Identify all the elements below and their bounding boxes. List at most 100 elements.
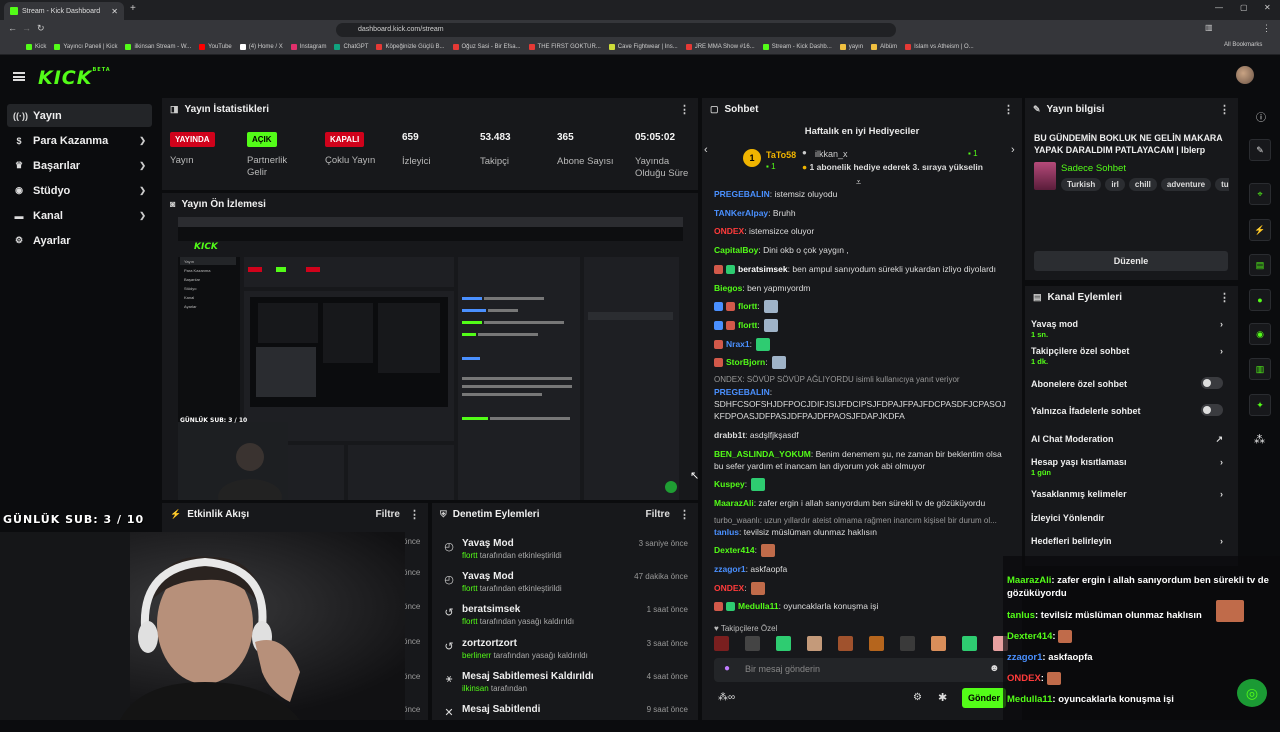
gifter1-name[interactable]: TaTo58: [766, 150, 796, 160]
emote-icon[interactable]: [714, 636, 729, 651]
chat-message[interactable]: PREGEBALIN: SDHFCSOFSHJDFPOCJDIFJSIJFDCIP…: [714, 386, 1010, 422]
prev-arrow-icon[interactable]: ‹: [704, 144, 708, 156]
bookmark-item[interactable]: Instagram: [290, 43, 326, 50]
list-rail-icon[interactable]: ▤: [1249, 254, 1271, 276]
minimize-icon[interactable]: —: [1215, 3, 1223, 12]
emote-icon[interactable]: [962, 636, 977, 651]
chat-message[interactable]: BEN_ASLINDA_YOKUM: Benim denemem şu, ne …: [714, 448, 1010, 472]
bookmark-item[interactable]: ChatGPT: [334, 43, 368, 50]
maximize-icon[interactable]: ▢: [1240, 3, 1248, 12]
ai-moderation-row[interactable]: AI Chat Moderation ↗: [1031, 434, 1231, 444]
more-icon[interactable]: ⋮: [1219, 103, 1230, 116]
sidebar-item-6[interactable]: ⚙ Ayarlar: [7, 229, 152, 252]
bookmark-item[interactable]: JRE MMA Show #16...: [685, 43, 755, 50]
next-arrow-icon[interactable]: ›: [1011, 144, 1015, 156]
more-icon[interactable]: ⋮: [1003, 103, 1014, 116]
back-icon[interactable]: ←: [8, 23, 17, 33]
chat-username[interactable]: PREGEBALIN: [714, 387, 770, 397]
chat-message[interactable]: StorBjorn:: [714, 356, 1010, 370]
stream-status-icon[interactable]: ◎: [1237, 679, 1267, 707]
chat-message[interactable]: Nrax1:: [714, 338, 1010, 352]
chat-username[interactable]: beratsimsek: [738, 264, 788, 274]
pencil-rail-icon[interactable]: ✎: [1249, 139, 1271, 161]
browser-tab[interactable]: Stream - Kick Dashboard ✕: [4, 2, 124, 20]
url-input[interactable]: dashboard.kick.com/stream: [336, 23, 896, 37]
all-bookmarks[interactable]: All Bookmarks: [1224, 42, 1262, 48]
sidebar-item-5[interactable]: ▬ Kanal ❯: [7, 204, 152, 227]
chat-message[interactable]: MaarazAli: zafer ergin i allah sanıyordu…: [714, 497, 1010, 509]
moderation-item[interactable]: ◴ Yavaş Mod flortt tarafından etkinleştiri…: [432, 567, 700, 599]
edit-button[interactable]: Düzenle: [1034, 251, 1228, 271]
chat-message[interactable]: drabb1t: asdşlfjkşasdf: [714, 429, 1010, 441]
banned-words-row[interactable]: Yasaklanmış kelimeler ›: [1031, 489, 1231, 499]
emote-icon[interactable]: [776, 636, 791, 651]
emote-icon[interactable]: [869, 636, 884, 651]
bookmark-item[interactable]: Oğuz Sasi - Bir Efsa...: [452, 43, 521, 50]
moderation-item[interactable]: ↺ zortzortzort berlinerr tarafından yasağı…: [432, 634, 700, 666]
chat-rail-icon[interactable]: ●: [1249, 289, 1271, 311]
forward-icon[interactable]: →: [22, 23, 31, 33]
followers-chat-row[interactable]: Takipçilere özel sohbet 1 dk. ›: [1031, 346, 1231, 366]
subs-chat-toggle[interactable]: [1201, 377, 1223, 389]
chat-message[interactable]: zzagor1: askfaopfa: [714, 563, 1010, 575]
puzzle-icon[interactable]: ✱: [938, 691, 947, 704]
chat-message[interactable]: ONDEX: istemsizce oluyor: [714, 225, 1010, 237]
chat-username[interactable]: drabb1t: [714, 430, 745, 440]
chat-message[interactable]: Biegos: ben yapmıyordm: [714, 282, 1010, 294]
collapse-icon[interactable]: ⩡: [856, 177, 861, 188]
nodes-icon[interactable]: ⁂: [1254, 433, 1265, 446]
settings-icon[interactable]: ⚙: [913, 692, 922, 703]
wrench-rail-icon[interactable]: ✦: [1249, 394, 1271, 416]
chat-message[interactable]: PREGEBALIN: istemsiz oluyodu: [714, 188, 1010, 200]
emote-icon[interactable]: [931, 636, 946, 651]
chat-message[interactable]: flortt:: [714, 300, 1010, 314]
sidebar-item-3[interactable]: ♛ Başarılar ❯: [7, 154, 152, 177]
moderation-filter-button[interactable]: Filtre: [646, 509, 670, 520]
bookmark-item[interactable]: yayın: [839, 43, 863, 50]
bookmark-item[interactable]: Köpeğinizle Güçlü B...: [376, 43, 445, 50]
chat-username[interactable]: flortt: [738, 320, 757, 330]
new-tab-icon[interactable]: +: [130, 3, 136, 14]
sidebar-item-1[interactable]: ((·)) Yayın: [7, 104, 152, 127]
chat-tools-icon[interactable]: ⁂∞: [718, 692, 735, 703]
chat-message[interactable]: beratsimsek: ben ampul sanıyodum sürekli…: [714, 263, 1010, 275]
chat-message[interactable]: Medulla11: oyuncaklarla konuşma işi: [714, 600, 1010, 612]
more-icon[interactable]: ⋮: [409, 508, 420, 521]
emote-icon[interactable]: [900, 636, 915, 651]
more-icon[interactable]: ⋮: [679, 103, 690, 116]
goals-row[interactable]: Hedefleri belirleyin ›: [1031, 536, 1231, 546]
emote-chat-toggle[interactable]: [1201, 404, 1223, 416]
bookmark-item[interactable]: Stream - Kick Dashb...: [762, 43, 832, 50]
chat-username[interactable]: StorBjorn: [726, 357, 765, 367]
bookmark-item[interactable]: YouTube: [199, 43, 232, 50]
bookmark-item[interactable]: Albüm: [871, 43, 897, 50]
send-button[interactable]: Gönder: [962, 688, 1006, 708]
sidebar-item-2[interactable]: $ Para Kazanma ❯: [7, 129, 152, 152]
bookmark-item[interactable]: ilkinsan Stream - W...: [125, 43, 191, 50]
bookmark-item[interactable]: THE FIRST GOKTUR...: [528, 43, 601, 50]
account-age-row[interactable]: Hesap yaşı kısıtlaması 1 gün ›: [1031, 457, 1231, 477]
emote-icon[interactable]: [745, 636, 760, 651]
chat-username[interactable]: BEN_ASLINDA_YOKUM: [714, 449, 811, 459]
window-close-icon[interactable]: ✕: [1264, 3, 1271, 12]
emote-icon[interactable]: [838, 636, 853, 651]
tag-chip[interactable]: chill: [1128, 178, 1157, 191]
bookmark-item[interactable]: Yayıncı Paneli | Kick: [54, 43, 117, 50]
chat-username[interactable]: TANKerAlpay: [714, 208, 768, 218]
chat-username[interactable]: Biegos: [714, 283, 742, 293]
chat-username[interactable]: ONDEX: [714, 583, 744, 593]
chat-username[interactable]: Kuspey: [714, 479, 745, 489]
category-name[interactable]: Sadece Sohbet: [1061, 163, 1126, 174]
sidepanel-icon[interactable]: ▥: [1205, 23, 1213, 32]
chat-username[interactable]: Nrax1: [726, 339, 750, 349]
bookmark-item[interactable]: Islam vs Atheism | O...: [905, 43, 974, 50]
bookmark-item[interactable]: (4) Home / X: [239, 43, 283, 50]
tag-chip[interactable]: adventure: [1160, 178, 1212, 191]
close-icon[interactable]: ✕: [111, 7, 118, 16]
bolt-rail-icon[interactable]: ⚡: [1249, 219, 1271, 241]
chat-input[interactable]: ● Bir mesaj gönderin ☻: [714, 658, 1008, 682]
moderation-item[interactable]: ↺ beratsimsek flortt tarafından yasağı kal…: [432, 600, 700, 632]
chat-message[interactable]: Dexter414:: [714, 544, 1010, 558]
emoji-icon[interactable]: ☻: [989, 663, 1000, 674]
chat-username[interactable]: PREGEBALIN: [714, 189, 770, 199]
